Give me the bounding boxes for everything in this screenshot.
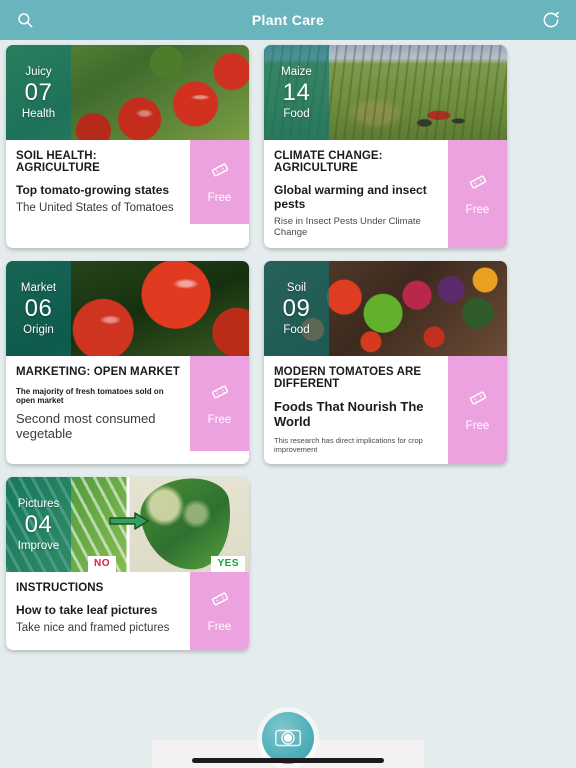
card-grid: Juicy 07 Health SOIL HEALTH: AGRICULTURE…: [6, 45, 570, 650]
card-body: MODERN TOMATOES ARE DIFFERENT Foods That…: [264, 356, 507, 464]
badge-top-label: Juicy: [25, 65, 52, 78]
price-label: Free: [207, 192, 232, 204]
ticket-icon: [211, 163, 228, 177]
card-body: SOIL HEALTH: AGRICULTURE Top tomato-grow…: [6, 140, 249, 224]
card-badge: Maize 14 Food: [264, 45, 329, 140]
card-text: MARKETING: OPEN MARKET The majority of f…: [6, 356, 190, 451]
card-headline: Foods That Nourish The World: [274, 399, 424, 429]
price-strip[interactable]: Free: [190, 356, 249, 451]
camera-button[interactable]: [262, 712, 314, 764]
price-strip[interactable]: Free: [190, 572, 249, 650]
ticket-icon: [211, 384, 228, 399]
card-kicker: MODERN TOMATOES ARE DIFFERENT: [274, 366, 422, 390]
content-card[interactable]: Market 06 Origin MARKETING: OPEN MARKET …: [6, 261, 249, 464]
no-tag: NO: [88, 556, 116, 572]
card-headline: Top tomato-growing states: [16, 183, 170, 197]
card-badge: Soil 09 Food: [264, 261, 329, 356]
arrow-right-icon: [108, 511, 150, 536]
ticket-icon: [469, 391, 486, 405]
card-text: SOIL HEALTH: AGRICULTURE Top tomato-grow…: [6, 140, 190, 224]
card-media: NO YES Pictures 04 Improve: [6, 477, 249, 572]
price-label: Free: [465, 204, 490, 216]
card-subtext: This research has direct implications fo…: [274, 436, 423, 454]
card-body: INSTRUCTIONS How to take leaf pictures T…: [6, 572, 249, 650]
badge-top-label: Market: [20, 281, 57, 294]
card-kicker: MARKETING: OPEN MARKET: [16, 366, 180, 378]
camera-icon: [275, 729, 301, 747]
price-strip[interactable]: Free: [448, 140, 507, 248]
price-label: Free: [207, 621, 232, 633]
card-media: Market 06 Origin: [6, 261, 249, 356]
ticket-icon: [211, 592, 228, 606]
badge-bottom-label: Improve: [17, 539, 60, 552]
price-label: Free: [465, 420, 490, 432]
card-badge: Juicy 07 Health: [6, 45, 71, 140]
card-badge: Pictures 04 Improve: [6, 477, 71, 572]
card-text: CLIMATE CHANGE: AGRICULTURE Global warmi…: [264, 140, 448, 248]
badge-top-label: Pictures: [17, 497, 60, 510]
card-subtext: Rise in Insect Pests Under Climate Chang…: [274, 216, 421, 238]
badge-bottom-label: Food: [283, 107, 310, 120]
card-body: MARKETING: OPEN MARKET The majority of f…: [6, 356, 249, 451]
card-board: Juicy 07 Health SOIL HEALTH: AGRICULTURE…: [0, 40, 576, 768]
card-subtext: Second most consumed vegetable: [16, 411, 156, 441]
badge-number: 04: [24, 510, 53, 538]
badge-bottom-label: Health: [21, 107, 56, 120]
card-media: Soil 09 Food: [264, 261, 507, 356]
card-headline: How to take leaf pictures: [16, 603, 158, 617]
badge-number: 07: [24, 78, 53, 106]
card-headline: The majority of fresh tomatoes sold on o…: [16, 387, 164, 405]
content-card[interactable]: Soil 09 Food MODERN TOMATOES ARE DIFFERE…: [264, 261, 507, 464]
content-card[interactable]: Maize 14 Food CLIMATE CHANGE: AGRICULTUR…: [264, 45, 507, 248]
badge-number: 06: [24, 294, 53, 322]
app-header: Plant Care: [0, 0, 576, 40]
card-subtext: The United States of Tomatoes: [16, 202, 174, 214]
search-icon[interactable]: [12, 7, 38, 33]
content-card[interactable]: NO YES Pictures 04 Improve INSTRUCTIONS …: [6, 477, 249, 650]
card-kicker: CLIMATE CHANGE: AGRICULTURE: [274, 150, 383, 174]
badge-number: 14: [282, 78, 311, 106]
price-strip[interactable]: Free: [448, 356, 507, 464]
refresh-icon[interactable]: [538, 7, 564, 33]
card-headline: Global warming and insect pests: [274, 183, 427, 211]
card-body: CLIMATE CHANGE: AGRICULTURE Global warmi…: [264, 140, 507, 248]
card-kicker: INSTRUCTIONS: [16, 582, 104, 594]
badge-bottom-label: Food: [283, 323, 310, 336]
card-media: Maize 14 Food: [264, 45, 507, 140]
badge-top-label: Soil: [286, 281, 307, 294]
price-label: Free: [207, 413, 232, 426]
yes-tag: YES: [211, 556, 245, 572]
badge-top-label: Maize: [281, 65, 312, 78]
card-media: Juicy 07 Health: [6, 45, 249, 140]
card-subtext: Take nice and framed pictures: [16, 622, 170, 634]
ticket-icon: [469, 175, 486, 189]
page-title: Plant Care: [251, 12, 325, 28]
badge-number: 09: [282, 294, 311, 322]
content-card[interactable]: Juicy 07 Health SOIL HEALTH: AGRICULTURE…: [6, 45, 249, 248]
home-indicator: [192, 758, 384, 763]
price-strip[interactable]: Free: [190, 140, 249, 224]
card-text: INSTRUCTIONS How to take leaf pictures T…: [6, 572, 190, 650]
badge-bottom-label: Origin: [23, 323, 54, 336]
card-text: MODERN TOMATOES ARE DIFFERENT Foods That…: [264, 356, 448, 464]
card-badge: Market 06 Origin: [6, 261, 71, 356]
card-kicker: SOIL HEALTH: AGRICULTURE: [16, 150, 100, 174]
